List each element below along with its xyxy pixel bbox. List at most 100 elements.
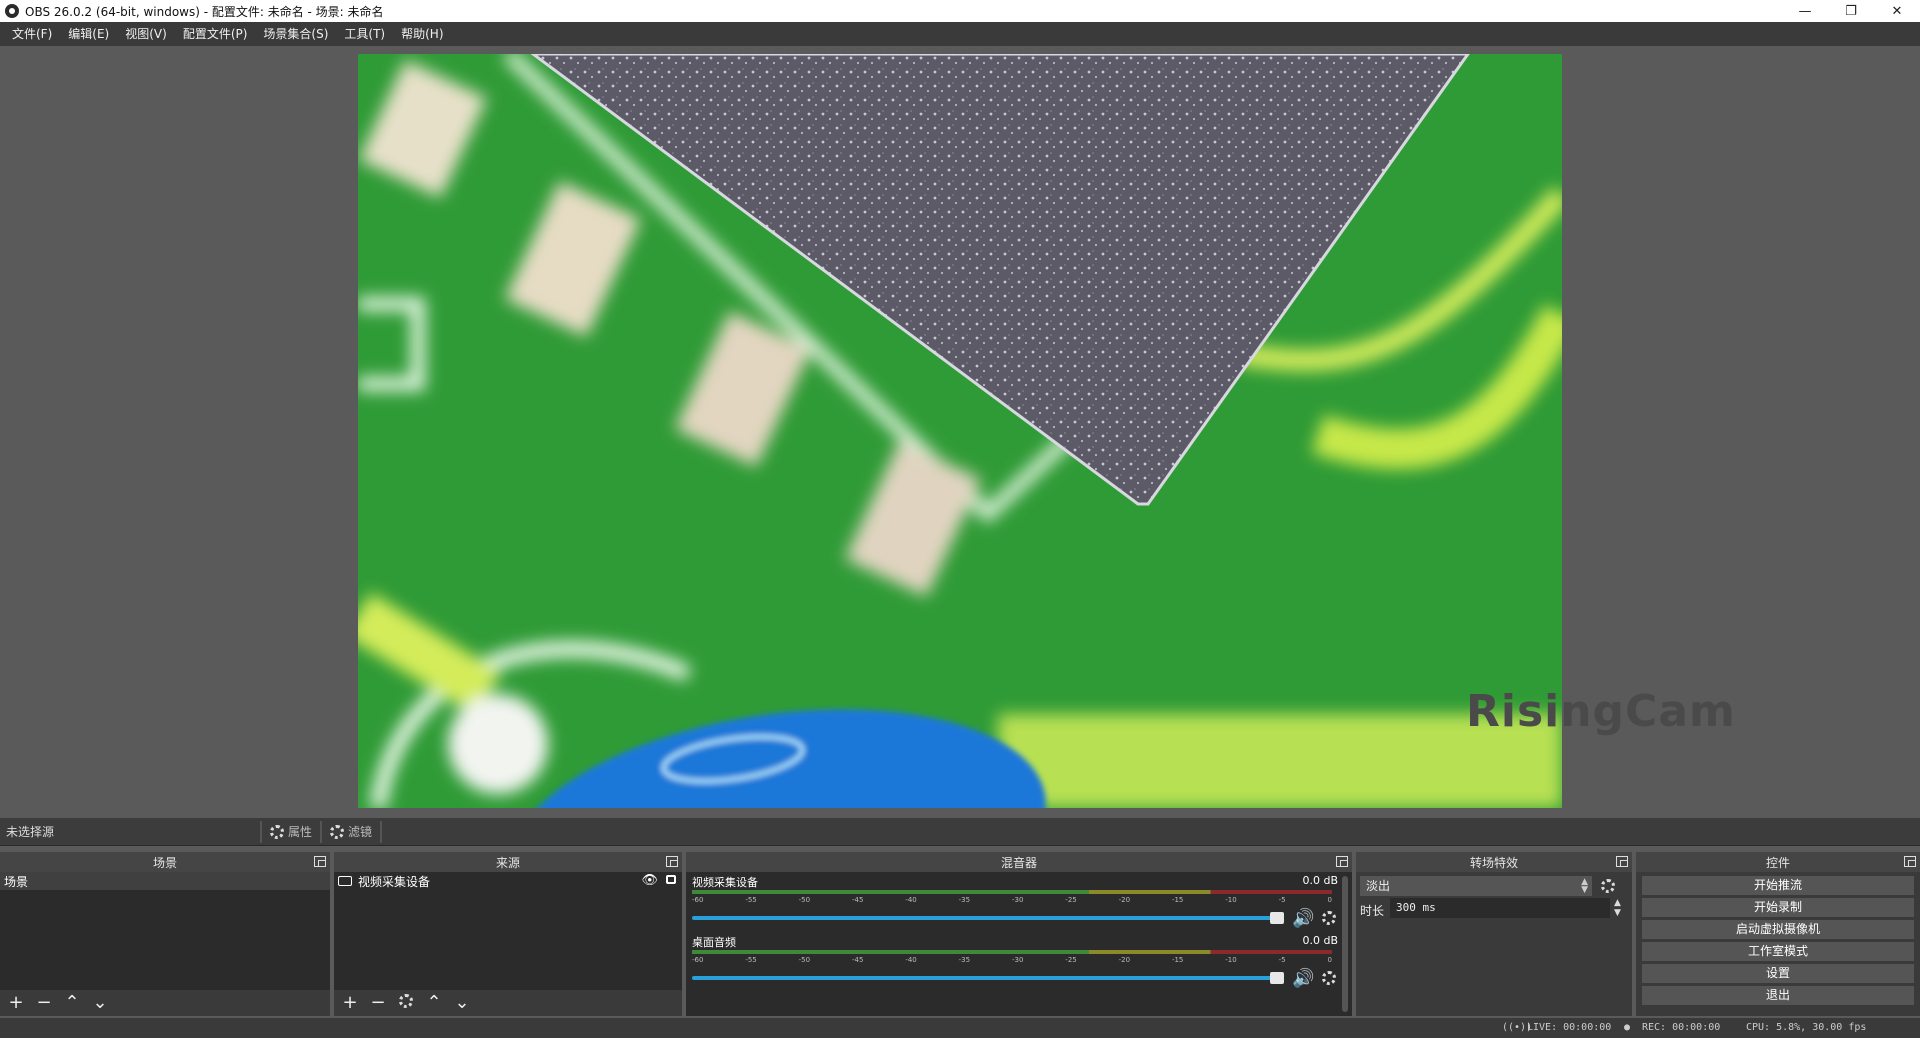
float-dock-icon[interactable] — [1336, 856, 1348, 867]
scenes-dock-title: 场景 — [0, 852, 330, 872]
volume-slider[interactable] — [692, 972, 1284, 984]
float-dock-icon[interactable] — [666, 856, 678, 867]
no-source-label: 未选择源 — [0, 820, 262, 843]
rec-status: REC: 00:00:00 — [1642, 1022, 1721, 1033]
sources-title-text: 来源 — [495, 855, 520, 870]
source-item-label: 视频采集设备 — [358, 874, 431, 889]
transition-select[interactable]: 淡出 ▲ ▼ — [1360, 876, 1592, 896]
mixer-title-text: 混音器 — [1000, 855, 1037, 870]
add-source-button[interactable]: + — [340, 993, 360, 1013]
mixer-scrollbar[interactable] — [1342, 876, 1348, 1012]
tick: -20 — [1118, 956, 1131, 964]
window-controls: — ❐ ✕ — [1782, 0, 1920, 22]
transitions-dock-title: 转场特效 — [1356, 852, 1632, 872]
gear-icon[interactable] — [1322, 971, 1336, 985]
tick: 0 — [1327, 956, 1332, 964]
mixer-dock-title: 混音器 — [686, 852, 1352, 872]
studio-mode-button[interactable]: 工作室模式 — [1642, 942, 1914, 961]
move-source-up-button[interactable]: ⌃ — [424, 993, 444, 1013]
menu-scene-collection[interactable]: 场景集合(S) — [255, 22, 336, 46]
gear-icon — [270, 824, 284, 839]
tick: -20 — [1118, 896, 1131, 904]
tick: -25 — [1065, 956, 1077, 964]
start-virtual-camera-button[interactable]: 启动虚拟摄像机 — [1642, 920, 1914, 939]
settings-button[interactable]: 设置 — [1642, 964, 1914, 983]
transitions-title-text: 转场特效 — [1469, 855, 1518, 870]
duration-label: 时长 — [1360, 904, 1385, 918]
channel-db: 0.0 dB — [1302, 874, 1338, 887]
add-scene-button[interactable]: + — [6, 993, 26, 1013]
remove-source-button[interactable]: − — [368, 993, 388, 1013]
tick: -55 — [745, 896, 757, 904]
tick: -50 — [798, 956, 811, 964]
tick: -35 — [958, 896, 971, 904]
exit-button[interactable]: 退出 — [1642, 986, 1914, 1005]
menu-view[interactable]: 视图(V) — [117, 22, 175, 46]
status-bar: ((•)) LIVE: 00:00:00 ● REC: 00:00:00 CPU… — [0, 1018, 1920, 1038]
duration-stepper[interactable]: ▲ ▼ — [1614, 898, 1621, 918]
float-dock-icon[interactable] — [314, 856, 326, 867]
source-item[interactable]: 视频采集设备 👁 — [334, 872, 682, 890]
menu-profile[interactable]: 配置文件(P) — [175, 22, 256, 46]
gear-icon[interactable] — [1322, 911, 1336, 925]
eye-icon[interactable]: 👁 — [641, 873, 658, 888]
meter-ticks: -60 -55 -50 -45 -40 -35 -30 -25 -20 -15 -10 -5 0 — [692, 956, 1332, 966]
close-button[interactable]: ✕ — [1874, 0, 1920, 22]
remove-scene-button[interactable]: − — [34, 993, 54, 1013]
transition-selected-value: 淡出 — [1366, 879, 1391, 893]
source-toolbar: 未选择源 属性 滤镜 — [0, 818, 1920, 846]
source-properties-button[interactable] — [396, 993, 416, 1013]
scene-item[interactable]: 场景 — [0, 872, 330, 890]
minimize-button[interactable]: — — [1782, 0, 1828, 22]
rec-icon: ● — [1624, 1022, 1631, 1033]
meter-ticks: -60 -55 -50 -45 -40 -35 -30 -25 -20 -15 -10 -5 0 — [692, 896, 1332, 906]
sources-dock: 来源 视频采集设备 👁 + − ⌃ ⌄ — [334, 852, 682, 1016]
menu-help[interactable]: 帮助(H) — [393, 22, 451, 46]
restore-button[interactable]: ❐ — [1828, 0, 1874, 22]
menu-file[interactable]: 文件(F) — [4, 22, 60, 46]
volume-slider[interactable] — [692, 912, 1284, 924]
mixer-channel: 视频采集设备 0.0 dB -60 -55 -50 -45 -40 -35 -30 -25 -2… — [692, 874, 1342, 932]
menu-edit[interactable]: 编辑(E) — [60, 22, 117, 46]
menu-tools[interactable]: 工具(T) — [336, 22, 393, 46]
tick: -25 — [1065, 896, 1077, 904]
duration-input[interactable]: 300 ms — [1390, 898, 1610, 918]
volume-slider-handle[interactable] — [1270, 972, 1284, 984]
float-dock-icon[interactable] — [1904, 856, 1916, 867]
preview-canvas[interactable] — [358, 54, 1562, 808]
menu-bar: 文件(F) 编辑(E) 视图(V) 配置文件(P) 场景集合(S) 工具(T) … — [0, 22, 1920, 46]
start-recording-button[interactable]: 开始录制 — [1642, 898, 1914, 917]
gear-icon — [399, 994, 413, 1008]
speaker-icon[interactable]: 🔊 — [1292, 908, 1314, 929]
tick: -60 — [692, 956, 704, 964]
tick: 0 — [1327, 896, 1332, 904]
camera-icon — [338, 876, 352, 886]
scenes-toolbar: + − ⌃ ⌄ — [0, 990, 330, 1016]
volume-slider-handle[interactable] — [1270, 912, 1284, 924]
tick: -40 — [905, 896, 917, 904]
sources-toolbar: + − ⌃ ⌄ — [334, 990, 682, 1016]
live-status: LIVE: 00:00:00 — [1527, 1022, 1612, 1033]
audio-mixer-dock: 混音器 视频采集设备 0.0 dB -60 -55 -50 -45 -40 -35 -30-… — [686, 852, 1352, 1016]
move-scene-up-button[interactable]: ⌃ — [62, 993, 82, 1013]
properties-label: 属性 — [288, 825, 313, 839]
move-scene-down-button[interactable]: ⌄ — [90, 993, 110, 1013]
tick: -10 — [1225, 956, 1237, 964]
filters-button[interactable]: 滤镜 — [322, 820, 383, 843]
channel-name: 视频采集设备 — [692, 876, 758, 889]
volume-meter — [692, 950, 1332, 954]
move-source-down-button[interactable]: ⌄ — [452, 993, 472, 1013]
window-title: OBS 26.0.2 (64-bit, windows) - 配置文件: 未命名… — [25, 4, 384, 19]
float-dock-icon[interactable] — [1616, 856, 1628, 867]
tick: -5 — [1278, 896, 1286, 904]
tick: -45 — [851, 896, 864, 904]
sources-dock-title: 来源 — [334, 852, 682, 872]
tick: -55 — [745, 956, 757, 964]
properties-button[interactable]: 属性 — [262, 820, 323, 843]
gear-icon[interactable] — [1601, 879, 1615, 893]
speaker-icon[interactable]: 🔊 — [1292, 968, 1314, 989]
channel-db: 0.0 dB — [1302, 934, 1338, 947]
scenes-title-text: 场景 — [152, 855, 177, 870]
start-streaming-button[interactable]: 开始推流 — [1642, 876, 1914, 895]
lock-icon[interactable] — [666, 875, 676, 884]
